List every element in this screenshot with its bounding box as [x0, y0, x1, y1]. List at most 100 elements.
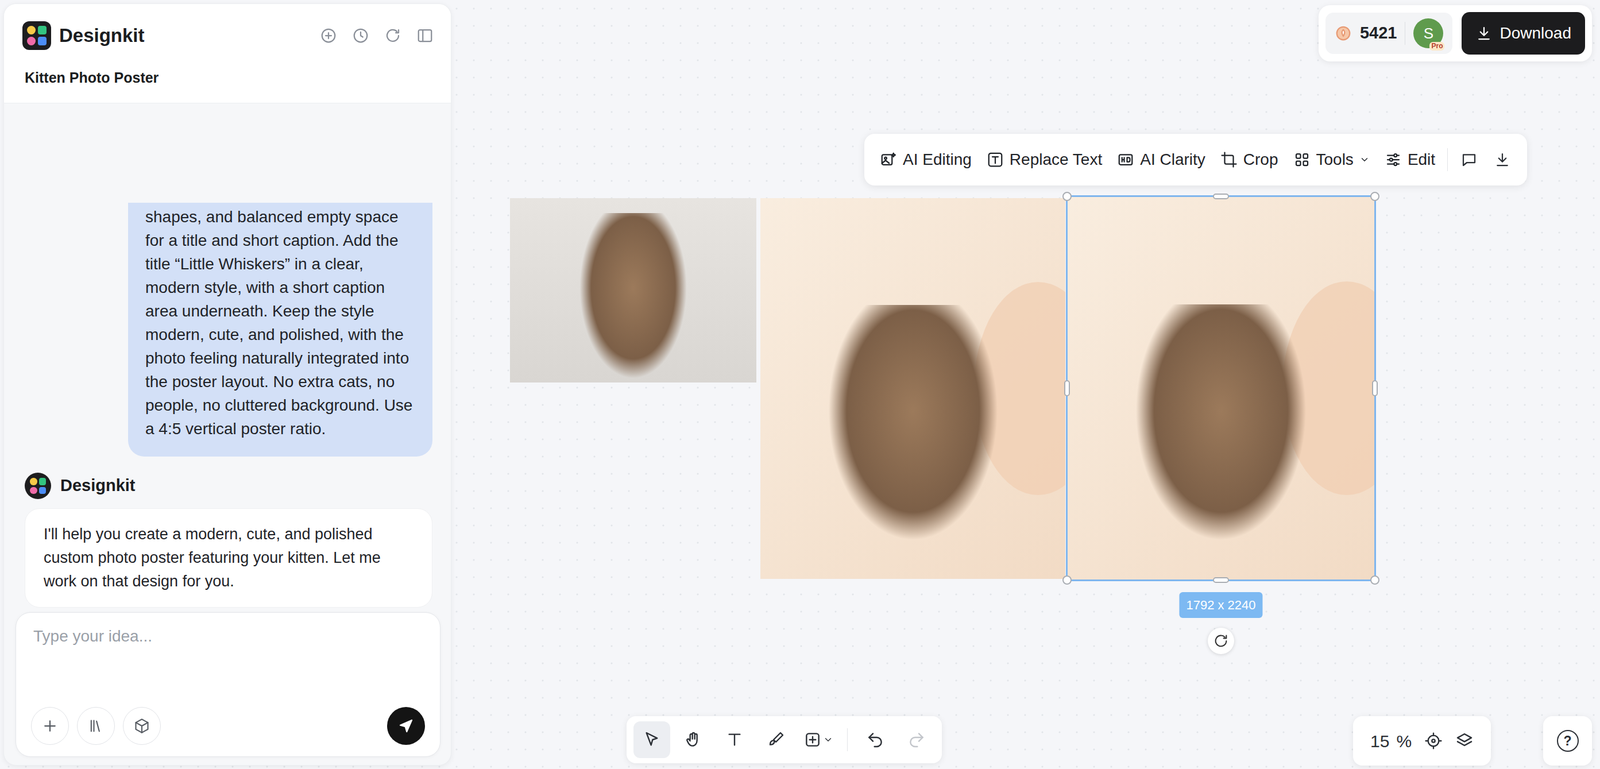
- app-logo-icon: [22, 21, 52, 50]
- resize-handle[interactable]: [1370, 191, 1380, 202]
- chevron-down-icon: [1359, 154, 1370, 165]
- resize-handle[interactable]: [1372, 380, 1378, 397]
- app-name: Designkit: [59, 21, 145, 50]
- pro-badge: Pro: [1429, 41, 1445, 51]
- resize-handle[interactable]: [1370, 575, 1380, 585]
- toolbar-label: Crop: [1243, 147, 1279, 172]
- download-icon: [1493, 151, 1511, 169]
- add-square-icon: [803, 730, 822, 749]
- assistant-name: Designkit: [60, 473, 136, 499]
- undo-button[interactable]: [856, 721, 894, 759]
- canvas-image[interactable]: 1792 x 2240: [1067, 196, 1375, 580]
- logo-dot: [37, 25, 47, 35]
- text-tool[interactable]: [716, 721, 753, 759]
- toolbar-button[interactable]: AI Editing: [872, 141, 980, 178]
- redo-icon: [907, 730, 926, 749]
- logo-dot: [26, 36, 36, 46]
- download-image-button[interactable]: [1485, 145, 1520, 175]
- logo-dot: [37, 36, 47, 46]
- regenerate-button[interactable]: [1207, 627, 1235, 655]
- toolbar-button[interactable]: AI Clarity: [1109, 141, 1213, 178]
- help-icon: ?: [1556, 729, 1579, 752]
- library-icon: [87, 717, 104, 734]
- library-button[interactable]: [76, 706, 115, 745]
- resize-handle[interactable]: [1062, 191, 1072, 202]
- select-tool[interactable]: [633, 721, 671, 759]
- edit-sliders-icon: [1384, 151, 1402, 169]
- poster-design[interactable]: [760, 198, 1066, 579]
- help-button[interactable]: ?: [1543, 716, 1592, 766]
- hand-tool[interactable]: [674, 721, 712, 759]
- send-icon: [397, 717, 415, 735]
- image-toolbar: AI Editing Replace TextAI Clarity CropTool…: [864, 133, 1528, 186]
- logo-dot: [29, 487, 38, 495]
- toolbar-button[interactable]: Crop: [1212, 141, 1286, 178]
- refresh-icon[interactable]: [384, 26, 402, 45]
- toolbar-button[interactable]: Replace Text: [979, 141, 1110, 178]
- project-title: Kitten Photo Poster: [4, 49, 451, 104]
- canvas-image[interactable]: [760, 198, 1066, 579]
- attach-button[interactable]: [31, 706, 69, 745]
- zoom-level[interactable]: 15%: [1370, 728, 1412, 755]
- toolbar-divider: [1447, 148, 1448, 172]
- assistant-message: I'll help you create a modern, cute, and…: [24, 508, 433, 608]
- design-canvas[interactable]: 1792 x 2240 AI Editing Replace TextAI Clar…: [451, 0, 1600, 769]
- avatar-initial: S: [1423, 22, 1434, 45]
- model-button[interactable]: [122, 706, 161, 745]
- download-label: Download: [1499, 21, 1572, 46]
- logo-dot: [26, 25, 36, 35]
- toolbar-label: Replace Text: [1009, 147, 1103, 172]
- resize-handle[interactable]: [1212, 577, 1230, 583]
- user-avatar[interactable]: SPro: [1413, 18, 1444, 49]
- cube-icon: [133, 717, 150, 734]
- resize-handle[interactable]: [1062, 575, 1072, 585]
- zoom-unit: %: [1396, 728, 1412, 755]
- send-button[interactable]: [387, 706, 425, 745]
- composer: [15, 612, 441, 757]
- toolbar-button[interactable]: Tools: [1285, 141, 1378, 178]
- canvas-toolbar: [626, 716, 942, 764]
- composer-actions: [31, 706, 425, 745]
- layers-icon[interactable]: [1455, 731, 1474, 751]
- plus-icon: [41, 717, 59, 735]
- chevron-down-icon: [822, 734, 834, 745]
- credits-count: 5421: [1359, 20, 1398, 46]
- toolbar-label: Edit: [1407, 147, 1436, 172]
- toolbar-button[interactable]: Edit: [1377, 141, 1443, 178]
- logo-dot: [39, 487, 47, 495]
- size-label: 1792 x 2240: [1179, 592, 1263, 618]
- resize-handle[interactable]: [1212, 193, 1230, 200]
- logo-dot: [39, 477, 47, 486]
- credits-pill[interactable]: 5421 SPro: [1325, 12, 1453, 54]
- chat-panel: Designkit Kitten Photo Poster shapes, an…: [3, 3, 452, 766]
- poster-design[interactable]: [1067, 196, 1375, 580]
- add-tool[interactable]: [798, 721, 838, 759]
- toolbar-divider: [847, 728, 848, 752]
- fit-view-icon[interactable]: [1424, 731, 1443, 751]
- assistant-header: Designkit: [24, 472, 433, 500]
- kitten-photo[interactable]: [509, 198, 757, 383]
- prompt-input[interactable]: [31, 624, 425, 707]
- kitten-figure: [827, 304, 999, 541]
- hand-icon: [683, 730, 703, 749]
- new-chat-icon[interactable]: [319, 26, 338, 45]
- kitten-figure: [1134, 304, 1307, 542]
- undo-icon: [866, 730, 885, 749]
- collapse-panel-icon[interactable]: [416, 26, 434, 45]
- comment-button[interactable]: [1452, 145, 1486, 175]
- divider: [1404, 21, 1406, 45]
- brush-icon: [766, 730, 786, 749]
- resize-handle[interactable]: [1064, 380, 1070, 397]
- download-button[interactable]: Download: [1461, 12, 1586, 55]
- chat-history: shapes, and balanced empty space for a t…: [4, 103, 451, 613]
- cursor-icon: [642, 730, 662, 749]
- account-bar: 5421 SPro Download: [1318, 5, 1592, 62]
- toolbar-label: AI Editing: [902, 147, 972, 172]
- history-icon[interactable]: [352, 26, 370, 45]
- brush-tool[interactable]: [757, 721, 795, 759]
- ai-editing-icon: [879, 151, 898, 169]
- ai-clarity-icon: [1117, 151, 1135, 169]
- canvas-image[interactable]: [509, 198, 757, 383]
- app-logo-icon: [24, 472, 52, 500]
- brand-bar: Designkit: [4, 4, 451, 50]
